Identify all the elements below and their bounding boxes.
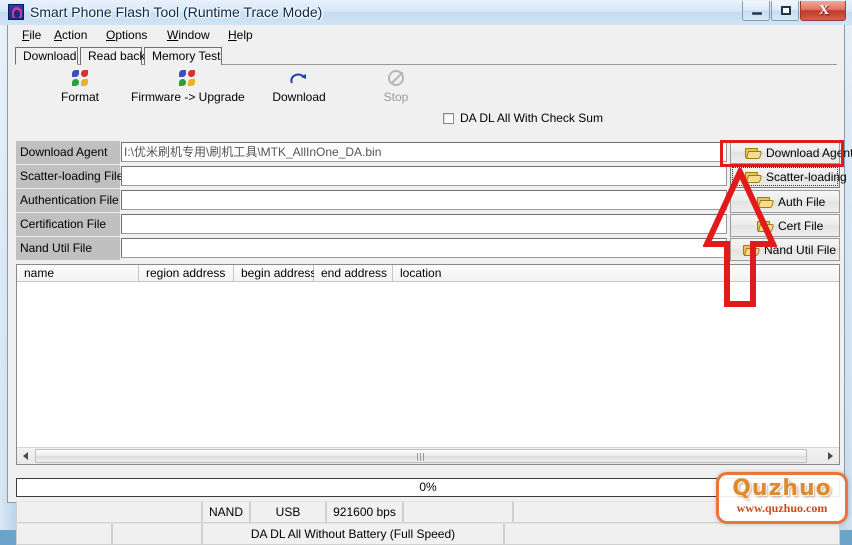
menu-item-window[interactable]: Window	[163, 28, 214, 43]
toolbar-button-stop: Stop	[353, 66, 439, 108]
label-download-agent: Download Agent	[16, 141, 120, 164]
status-cell-da-mode: DA DL All Without Battery (Full Speed)	[202, 523, 504, 545]
status-cell-empty-4	[16, 523, 112, 545]
status-cell-empty-5	[112, 523, 202, 545]
browse-button-cert-file[interactable]: Cert File	[730, 214, 840, 237]
toolbar: Format Firmware -> Upgrade Download Stop	[16, 66, 836, 108]
toolbar-label-firmware-upgrade: Firmware -> Upgrade	[131, 90, 245, 104]
folder-open-icon	[757, 220, 775, 232]
tab-memory-test[interactable]: Memory Test	[144, 47, 222, 65]
window-title: Smart Phone Flash Tool (Runtime Trace Mo…	[30, 4, 323, 20]
table-header-name[interactable]: name	[17, 265, 139, 282]
browse-label-nand-util-file: Nand Util File	[764, 242, 837, 257]
label-scatter-loading-file: Scatter-loading File	[16, 165, 123, 188]
status-bar-row-2: DA DL All Without Battery (Full Speed)	[16, 523, 840, 545]
horizontal-scrollbar[interactable]	[17, 447, 839, 464]
close-icon: X	[818, 3, 830, 18]
form-row-authentication-file: Authentication File	[16, 189, 728, 212]
client-area: File Action Options Window Help Download…	[7, 25, 852, 545]
toolbar-label-format: Format	[60, 90, 99, 104]
pinwheel-icon	[179, 70, 195, 86]
folder-open-icon	[757, 196, 775, 208]
browse-button-download-agent[interactable]: Download Agent	[730, 141, 852, 164]
table-header-row: name region address begin address end ad…	[17, 265, 839, 282]
title-bar: Smart Phone Flash Tool (Runtime Trace Mo…	[0, 0, 852, 25]
table-body[interactable]	[17, 282, 839, 445]
browse-button-nand-util-file[interactable]: Nand Util File	[730, 238, 840, 261]
download-arrow-icon	[290, 72, 308, 86]
table-header-region-address[interactable]: region address	[139, 265, 234, 282]
toolbar-button-format[interactable]: Format	[37, 66, 123, 108]
menu-item-file[interactable]: File	[18, 28, 45, 43]
window-frame: Smart Phone Flash Tool (Runtime Trace Mo…	[0, 0, 852, 545]
file-path-form: Download Agent I:\优米刷机专用\刷机工具\MTK_AllInO…	[16, 141, 728, 263]
form-row-scatter-loading-file: Scatter-loading File	[16, 165, 728, 188]
form-row-nand-util-file: Nand Util File	[16, 237, 728, 260]
checkbox-da-dl-all-with-check-sum[interactable]: DA DL All With Check Sum	[443, 110, 603, 126]
scroll-right-arrow[interactable]	[822, 448, 838, 464]
table-header-location[interactable]: location	[393, 265, 839, 282]
tab-strip: Download Read back Memory Test	[15, 47, 837, 65]
browse-label-download-agent: Download Agent	[766, 145, 852, 160]
status-cell-empty-6	[504, 523, 840, 545]
input-nand-util-file[interactable]	[121, 238, 727, 258]
browse-label-cert-file: Cert File	[778, 218, 824, 233]
scrollbar-thumb[interactable]	[35, 449, 807, 463]
menu-item-options[interactable]: Options	[102, 28, 151, 43]
close-button[interactable]: X	[800, 1, 846, 21]
input-scatter-loading-file[interactable]	[121, 166, 727, 186]
status-cell-empty-1	[16, 501, 202, 523]
status-cell-usb: USB	[250, 501, 326, 523]
watermark-brand: Quzhuo	[732, 476, 832, 501]
menu-item-action[interactable]: Action	[50, 28, 91, 43]
checkbox-box[interactable]	[443, 112, 454, 124]
stop-circle-icon	[388, 70, 404, 86]
form-row-certification-file: Certification File	[16, 213, 728, 236]
menu-bar: File Action Options Window Help	[8, 25, 844, 45]
toolbar-label-download: Download	[272, 90, 326, 104]
folder-open-icon	[745, 171, 763, 183]
toolbar-label-stop: Stop	[383, 90, 409, 104]
progress-text: 0%	[419, 480, 437, 494]
watermark: Quzhuo www.quzhuo.com	[716, 472, 848, 524]
partition-table: name region address begin address end ad…	[16, 264, 840, 465]
browse-button-group: Download Agent Scatter-loading Auth File…	[730, 141, 852, 263]
input-certification-file[interactable]	[121, 214, 727, 234]
browse-label-auth-file: Auth File	[778, 194, 826, 209]
input-download-agent[interactable]: I:\优米刷机专用\刷机工具\MTK_AllInOne_DA.bin	[121, 142, 727, 162]
pinwheel-icon	[72, 70, 88, 86]
minimize-button[interactable]	[742, 1, 770, 21]
folder-open-icon	[745, 147, 763, 159]
folder-open-icon	[743, 244, 761, 256]
table-header-begin-address[interactable]: begin address	[234, 265, 316, 282]
input-authentication-file[interactable]	[121, 190, 727, 210]
label-certification-file: Certification File	[16, 213, 120, 236]
toolbar-button-download[interactable]: Download	[256, 66, 342, 108]
tab-read-back[interactable]: Read back	[80, 47, 145, 65]
watermark-site: www.quzhuo.com	[736, 501, 828, 515]
checkbox-label: DA DL All With Check Sum	[460, 111, 603, 125]
window-controls: X	[741, 1, 846, 22]
form-row-download-agent: Download Agent I:\优米刷机专用\刷机工具\MTK_AllInO…	[16, 141, 728, 164]
maximize-button[interactable]	[771, 1, 799, 21]
tab-download[interactable]: Download	[15, 47, 78, 65]
menu-item-help[interactable]: Help	[224, 28, 257, 43]
toolbar-button-firmware-upgrade[interactable]: Firmware -> Upgrade	[131, 66, 245, 108]
table-header-end-address[interactable]: end address	[314, 265, 393, 282]
status-cell-nand: NAND	[202, 501, 250, 523]
app-icon	[8, 4, 24, 20]
status-cell-baud: 921600 bps	[326, 501, 403, 523]
status-cell-empty-2	[403, 501, 513, 523]
label-nand-util-file: Nand Util File	[16, 237, 120, 260]
scroll-left-arrow[interactable]	[18, 448, 34, 464]
browse-button-scatter-loading[interactable]: Scatter-loading	[730, 165, 847, 188]
browse-button-auth-file[interactable]: Auth File	[730, 190, 840, 213]
label-authentication-file: Authentication File	[16, 189, 120, 212]
